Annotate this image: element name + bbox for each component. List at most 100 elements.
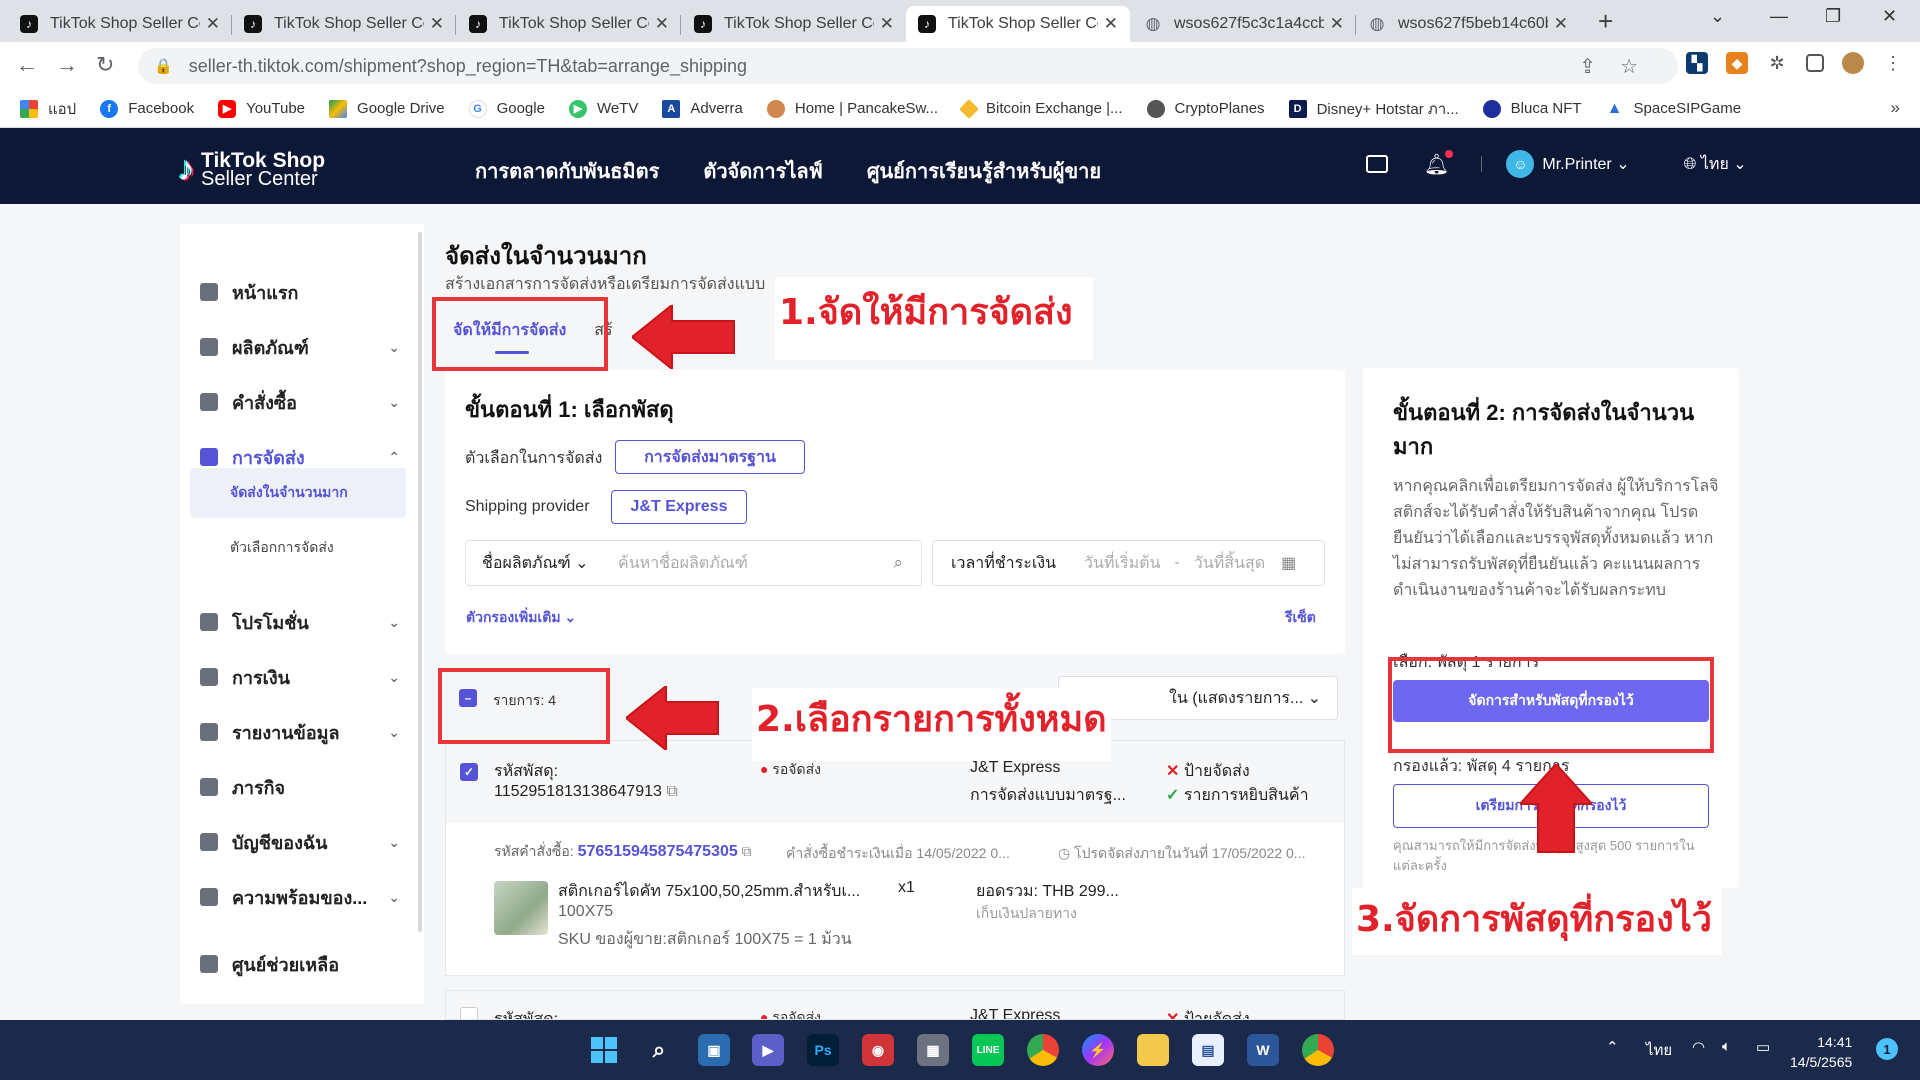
metamask-icon[interactable]: ◆ — [1726, 52, 1748, 74]
tiktok-shop-logo[interactable]: ♪ TikTok Shop Seller Center — [178, 150, 325, 189]
close-icon[interactable]: ✕ — [206, 14, 220, 34]
sidebar-subitem-shipping-options[interactable]: ตัวเลือกการจัดส่ง — [190, 523, 406, 573]
close-icon[interactable]: ✕ — [1554, 14, 1568, 34]
bookmark-cryptoplanes[interactable]: CryptoPlanes — [1146, 99, 1265, 118]
volume-icon[interactable]: 🔈︎ — [1722, 1038, 1731, 1055]
bookmark-google[interactable]: G Google — [468, 99, 545, 118]
nav-live-manager[interactable]: ตัวจัดการไลฟ์ — [703, 155, 822, 187]
back-icon[interactable]: ← — [16, 52, 38, 78]
date-end-input[interactable]: วันที่สิ้นสุด — [1194, 551, 1265, 576]
sidebar-item-missions[interactable]: ภารกิจ — [200, 767, 400, 807]
bookmark-spacesipgame[interactable]: ▲ SpaceSIPGame — [1606, 100, 1741, 118]
close-icon[interactable]: ✕ — [430, 14, 444, 34]
file-explorer-icon[interactable] — [1137, 1034, 1169, 1066]
address-bar[interactable]: 🔒 seller-th.tiktok.com/shipment?shop_reg… — [138, 48, 1678, 84]
extension-icon[interactable]: ▚ — [1686, 52, 1708, 74]
shipping-option-standard[interactable]: การจัดส่งมาตรฐาน — [615, 440, 805, 474]
input-language[interactable]: ไทย — [1646, 1038, 1672, 1062]
sidebar-scrollbar[interactable] — [418, 232, 422, 932]
package-checkbox[interactable]: ✓ — [460, 763, 478, 781]
copy-icon[interactable]: ⧉ — [742, 843, 752, 859]
close-icon[interactable]: ✕ — [1104, 14, 1118, 34]
document-viewer-icon[interactable]: ▤ — [1192, 1034, 1224, 1066]
bookmark-google-drive[interactable]: Google Drive — [329, 99, 445, 118]
word-icon[interactable]: W — [1247, 1034, 1279, 1066]
browser-tab[interactable]: ♪TikTok Shop Seller Cen✕ — [682, 6, 906, 42]
forward-icon[interactable]: → — [56, 52, 78, 78]
avatar[interactable]: ☺ — [1506, 150, 1535, 178]
search-icon[interactable]: ⌕ — [643, 1034, 675, 1066]
new-tab-icon[interactable]: + — [1598, 6, 1613, 37]
chat-icon[interactable] — [1366, 155, 1388, 173]
bookmark-bluca-nft[interactable]: Bluca NFT — [1482, 99, 1582, 118]
sidebar-item-reports[interactable]: รายงานข้อมูล ⌄ — [200, 712, 400, 752]
camera-icon[interactable]: ◉ — [862, 1034, 894, 1066]
photoshop-icon[interactable]: Ps — [807, 1034, 839, 1066]
bookmark-youtube[interactable]: ▶ YouTube — [218, 99, 305, 118]
messenger-icon[interactable]: ⚡ — [1082, 1034, 1114, 1066]
bell-icon[interactable]: 🔔︎ — [1424, 149, 1454, 177]
bookmark-star-icon[interactable]: ☆ — [1620, 56, 1662, 78]
bookmark-facebook[interactable]: f Facebook — [100, 99, 194, 118]
lock-icon[interactable]: 🔒 — [154, 57, 173, 75]
reset-link[interactable]: รีเซ็ต — [1285, 607, 1316, 629]
provider-jt-express[interactable]: J&T Express — [611, 490, 747, 524]
battery-icon[interactable]: ▭ — [1756, 1038, 1770, 1056]
system-clock[interactable]: 14:41 14/5/2565 — [1790, 1032, 1852, 1072]
sidebar-item-home[interactable]: หน้าแรก — [200, 272, 400, 312]
maximize-icon[interactable]: ❐ — [1825, 6, 1841, 27]
chrome-profile-icon[interactable] — [1302, 1034, 1334, 1066]
puzzle-icon[interactable]: ✲ — [1766, 52, 1788, 74]
side-panel-icon[interactable] — [1806, 54, 1824, 72]
bookmark-pancakeswap[interactable]: Home | PancakeSw... — [766, 99, 938, 118]
wifi-icon[interactable]: ◠ — [1692, 1038, 1705, 1056]
sidebar-item-my-account[interactable]: บัญชีของฉัน ⌄ — [200, 822, 400, 862]
browser-tab[interactable]: ♪TikTok Shop Seller Cen✕ — [457, 6, 681, 42]
more-bookmarks-icon[interactable]: » — [1891, 98, 1900, 118]
bookmark-apps[interactable]: แอป — [20, 97, 76, 121]
sidebar-item-orders[interactable]: คำสั่งซื้อ ⌄ — [200, 382, 400, 422]
task-view-icon[interactable]: ▣ — [698, 1034, 730, 1066]
chevron-up-icon[interactable]: ⌃ — [1606, 1038, 1619, 1056]
package-checkbox[interactable] — [460, 1007, 478, 1019]
sidebar-item-finance[interactable]: การเงิน ⌄ — [200, 657, 400, 697]
window-close-icon[interactable]: ✕ — [1882, 6, 1897, 27]
close-icon[interactable]: ✕ — [880, 14, 894, 34]
nav-affiliate-marketing[interactable]: การตลาดกับพันธมิตร — [475, 155, 659, 187]
profile-avatar[interactable] — [1842, 52, 1864, 74]
bookmark-bitcoin-exchange[interactable]: Bitcoin Exchange |... — [959, 98, 1123, 119]
bookmark-wetv[interactable]: ▶ WeTV — [568, 99, 638, 118]
windows-start-icon[interactable] — [588, 1034, 620, 1066]
bookmark-adverra[interactable]: A Adverra — [662, 99, 743, 118]
bookmark-disney-hotstar[interactable]: D Disney+ Hotstar ภา... — [1288, 97, 1459, 121]
browser-tab[interactable]: ♪TikTok Shop Seller Cen✕ — [232, 6, 456, 42]
reload-icon[interactable]: ↻ — [96, 52, 114, 78]
minimize-icon[interactable]: — — [1770, 6, 1788, 27]
browser-tab-active[interactable]: ♪TikTok Shop Seller Cen✕ — [906, 6, 1130, 42]
nav-learning-center[interactable]: ศูนย์การเรียนรู้สำหรับผู้ขาย — [867, 155, 1101, 187]
language-menu[interactable]: 🌐︎ ไทย ⌄ — [1684, 152, 1747, 177]
browser-tab[interactable]: ◍ wsos627f5c3c1a4ccbf ✕ — [1132, 6, 1356, 42]
close-icon[interactable]: ✕ — [655, 14, 669, 34]
sidebar-item-help-center[interactable]: ศูนย์ช่วยเหลือ — [200, 944, 400, 984]
date-start-input[interactable]: วันที่เริ่มต้น — [1084, 551, 1160, 576]
calendar-icon[interactable]: ▦ — [1281, 553, 1296, 573]
calculator-icon[interactable]: ▦ — [917, 1034, 949, 1066]
kebab-menu-icon[interactable]: ⋮ — [1882, 52, 1904, 74]
teams-icon[interactable]: ▶ — [752, 1034, 784, 1066]
browser-tab[interactable]: ♪TikTok Shop Seller Cen✕ — [8, 6, 232, 42]
user-menu[interactable]: Mr.Printer ⌄ — [1542, 154, 1629, 174]
product-filter-select[interactable]: ชื่อผลิตภัณฑ์ ⌄ — [482, 551, 612, 576]
search-icon[interactable]: ⌕ — [893, 553, 903, 573]
sidebar-item-promotions[interactable]: โปรโมชั่น ⌄ — [200, 602, 400, 642]
more-filters-link[interactable]: ตัวกรองเพิ่มเติม ⌄ — [466, 607, 576, 629]
copy-icon[interactable]: ⧉ — [666, 783, 677, 800]
sidebar-item-products[interactable]: ผลิตภัณฑ์ ⌄ — [200, 327, 400, 367]
product-search-input[interactable]: ค้นหาชื่อผลิตภัณฑ์ — [618, 551, 893, 576]
browser-tab[interactable]: ◍ wsos627f5beb14c60b ✕ — [1356, 6, 1580, 42]
share-icon[interactable]: ⇪ — [1579, 56, 1620, 78]
sidebar-subitem-bulk-shipping[interactable]: จัดส่งในจำนวนมาก — [190, 468, 406, 518]
chrome-icon[interactable] — [1027, 1034, 1059, 1066]
notification-badge[interactable]: 1 — [1876, 1038, 1898, 1060]
tab-search-icon[interactable]: ⌄ — [1710, 6, 1725, 27]
